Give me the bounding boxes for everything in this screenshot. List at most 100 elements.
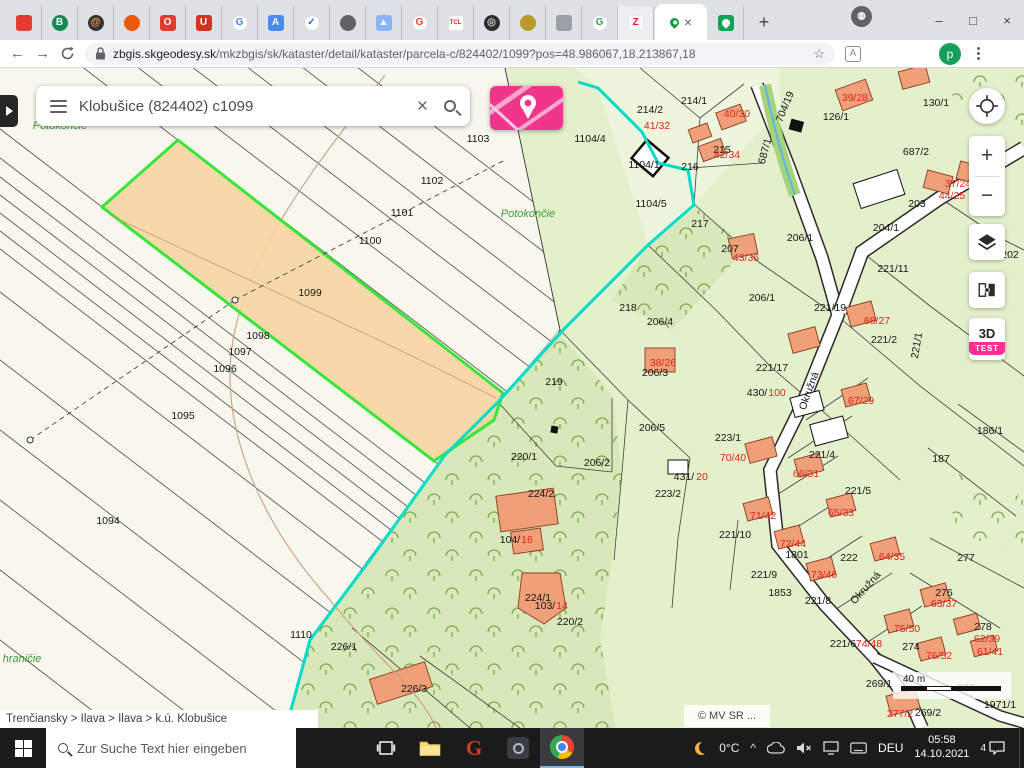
zoom-out-button[interactable]: −	[969, 177, 1005, 216]
volume-icon[interactable]	[796, 741, 812, 755]
reload-icon[interactable]	[60, 46, 75, 61]
map-label: 222	[840, 552, 858, 564]
lock-icon	[95, 47, 106, 60]
map-label: 61/41	[977, 646, 1003, 658]
map-label: 269/2	[915, 707, 941, 719]
search-icon[interactable]	[444, 100, 456, 112]
tab-olive-app[interactable]	[510, 6, 546, 40]
scale-segments	[901, 686, 1001, 691]
map-canvas[interactable]: 1103110211011100109910981097109610951094…	[0, 68, 1024, 728]
taskbar: Zur Suche Text hier eingeben G 0°C ^	[0, 728, 1024, 768]
folder-icon	[419, 739, 441, 757]
task-view-button[interactable]	[364, 728, 408, 768]
map-label: 126/1	[823, 111, 849, 123]
zoom-in-button[interactable]: +	[969, 137, 1005, 176]
minimize-button[interactable]: –	[922, 0, 956, 40]
address-bar: ← → zbgis.skgeodesy.sk/mkzbgis/sk/katast…	[0, 40, 1024, 68]
taskbar-search-input[interactable]: Zur Suche Text hier eingeben	[46, 728, 296, 768]
gimp-app-button[interactable]: G	[452, 728, 496, 768]
tab-active-zbgis[interactable]: ×	[655, 4, 707, 40]
tab-docs-check[interactable]: ✓	[294, 6, 330, 40]
menu-hamburger-icon[interactable]	[50, 100, 67, 113]
system-tray: 0°C ^ DEU 05:58 14.10.2021 4	[695, 728, 1019, 768]
basemap-switcher[interactable]	[490, 86, 563, 130]
copyright-note: © MV SR ...	[684, 705, 770, 727]
gimp-icon: G	[466, 738, 482, 759]
show-desktop-button[interactable]	[1019, 728, 1024, 768]
tab-cart[interactable]	[546, 6, 582, 40]
new-tab-button[interactable]: +	[750, 8, 778, 36]
tab-google-3[interactable]: G	[582, 6, 618, 40]
tab-tcl[interactable]: TCL	[438, 6, 474, 40]
map-label: 206/1	[787, 232, 813, 244]
panel-expand-button[interactable]	[0, 95, 18, 127]
map-label: 1103	[467, 133, 490, 145]
tab-app-red[interactable]	[6, 6, 42, 40]
file-explorer-button[interactable]	[408, 728, 452, 768]
tab-google-2[interactable]: G	[402, 6, 438, 40]
map-label: 186/1	[977, 425, 1003, 437]
tray-expand-caret[interactable]: ^	[750, 741, 756, 755]
tab-close-icon[interactable]: ×	[684, 15, 692, 29]
translate-icon[interactable]: A	[845, 46, 861, 62]
map-label: 1099	[298, 287, 322, 299]
back-button[interactable]: ←	[10, 46, 25, 61]
menu-kebab-icon[interactable]	[971, 47, 985, 60]
favicon-docs-check: ✓	[304, 15, 320, 31]
split-view-button[interactable]	[969, 272, 1005, 308]
display-icon[interactable]	[823, 741, 839, 755]
cloud-icon[interactable]	[767, 742, 785, 754]
locate-me-button[interactable]	[969, 88, 1005, 124]
close-button[interactable]: ×	[990, 0, 1024, 40]
tab-red-u[interactable]: U	[186, 6, 222, 40]
bookmark-star-icon[interactable]: ☆	[813, 46, 825, 62]
screenshot-app-button[interactable]	[496, 728, 540, 768]
camera-icon	[507, 737, 529, 759]
map-label: 226/1	[331, 641, 357, 653]
map-label: 70/40	[720, 452, 746, 464]
weather-temperature[interactable]: 0°C	[719, 741, 739, 755]
tab-wheel[interactable]: ◎	[474, 6, 510, 40]
clear-search-icon[interactable]: ×	[417, 97, 428, 116]
forward-button[interactable]: →	[35, 46, 50, 61]
map-label: 218	[619, 302, 637, 314]
map-label: hraničie	[3, 653, 42, 665]
weather-moon-icon[interactable]	[695, 742, 708, 755]
tab-orange-app[interactable]	[114, 6, 150, 40]
map-label: 221/10	[719, 529, 751, 541]
tab-bing[interactable]: B	[42, 6, 78, 40]
3d-view-button[interactable]: 3D TEST	[969, 318, 1005, 360]
layers-button[interactable]	[969, 224, 1005, 260]
tab-mail-at[interactable]: @	[78, 6, 114, 40]
breadcrumb[interactable]: Trenčiansky > Ilava > Ilava > k.ú. Klobu…	[0, 710, 318, 728]
map-label: 203	[908, 198, 926, 210]
search-query-text[interactable]: Klobušice (824402) c1099	[79, 98, 405, 115]
tab-photos[interactable]: ▲	[366, 6, 402, 40]
start-button[interactable]	[0, 728, 46, 768]
chrome-app-button[interactable]	[540, 728, 584, 768]
map-label: 431/	[674, 471, 695, 483]
map-label: 221/19	[814, 302, 846, 314]
favicon-google-3: G	[592, 15, 608, 31]
tab-translate[interactable]: A	[258, 6, 294, 40]
tab-google-1[interactable]: G	[222, 6, 258, 40]
keyboard-language[interactable]: DEU	[878, 741, 903, 755]
profile-avatar[interactable]: p	[939, 43, 961, 65]
keyboard-icon[interactable]	[850, 742, 867, 754]
map-label: 66/31	[793, 468, 819, 480]
scale-bar: 40 m	[893, 672, 1011, 699]
map-label: 71/42	[750, 510, 776, 522]
titlebar-profile-icon[interactable]: ⚉	[851, 6, 872, 27]
tab-zbgis-second[interactable]	[708, 6, 744, 40]
maximize-button[interactable]: □	[956, 0, 990, 40]
task-view-icon	[376, 738, 396, 758]
map-label: 63/37	[931, 598, 957, 610]
map-label: 39/28	[842, 92, 868, 104]
map-label: 274	[902, 641, 920, 653]
action-center-button[interactable]: 4	[980, 741, 1011, 755]
taskbar-clock[interactable]: 05:58 14.10.2021	[914, 734, 969, 762]
url-field[interactable]: zbgis.skgeodesy.sk/mkzbgis/sk/kataster/d…	[85, 43, 835, 65]
tab-red-o[interactable]: O	[150, 6, 186, 40]
tab-zbgis-z[interactable]: Z	[618, 6, 654, 40]
tab-gray-app[interactable]	[330, 6, 366, 40]
